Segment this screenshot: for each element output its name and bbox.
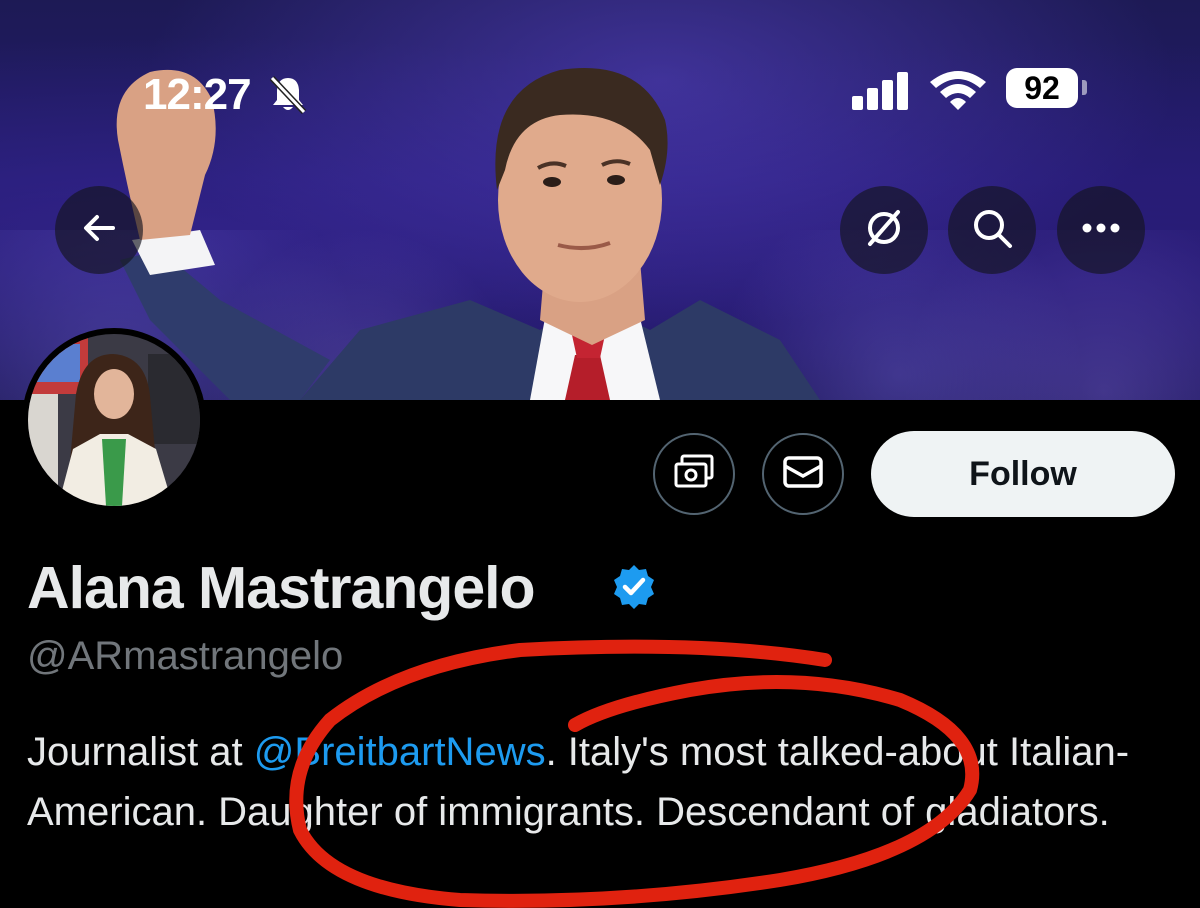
tip-button[interactable] xyxy=(653,433,735,515)
profile-handle: @ARmastrangelo xyxy=(27,634,344,678)
more-icon xyxy=(1079,221,1123,239)
battery-icon: 92 xyxy=(1006,68,1078,108)
grok-icon xyxy=(862,206,906,255)
battery-tip xyxy=(1082,80,1087,95)
follow-button[interactable]: Follow xyxy=(871,431,1175,517)
back-button[interactable] xyxy=(55,186,143,274)
avatar-photo xyxy=(28,334,200,506)
bio-mention-link[interactable]: @BreitbartNews xyxy=(254,730,546,774)
verified-badge-icon xyxy=(610,563,658,616)
signal-icon xyxy=(850,70,912,115)
money-icon xyxy=(672,452,716,497)
more-button[interactable] xyxy=(1057,186,1145,274)
arrow-left-icon xyxy=(79,208,119,253)
grok-button[interactable] xyxy=(840,186,928,274)
bell-slash-icon xyxy=(268,74,308,119)
search-icon xyxy=(970,206,1014,255)
profile-banner[interactable]: 12:27 92 xyxy=(0,0,1200,400)
message-button[interactable] xyxy=(762,433,844,515)
profile-name: Alana Mastrangelo xyxy=(27,555,536,621)
status-bar: 12:27 92 xyxy=(0,62,1200,122)
search-button[interactable] xyxy=(948,186,1036,274)
envelope-icon xyxy=(781,454,825,495)
profile-bio: Journalist at @BreitbartNews. Italy's mo… xyxy=(27,722,1187,842)
status-time: 12:27 xyxy=(143,70,252,119)
avatar[interactable] xyxy=(22,328,206,512)
wifi-icon xyxy=(928,68,988,117)
bio-prefix: Journalist at xyxy=(27,730,254,774)
